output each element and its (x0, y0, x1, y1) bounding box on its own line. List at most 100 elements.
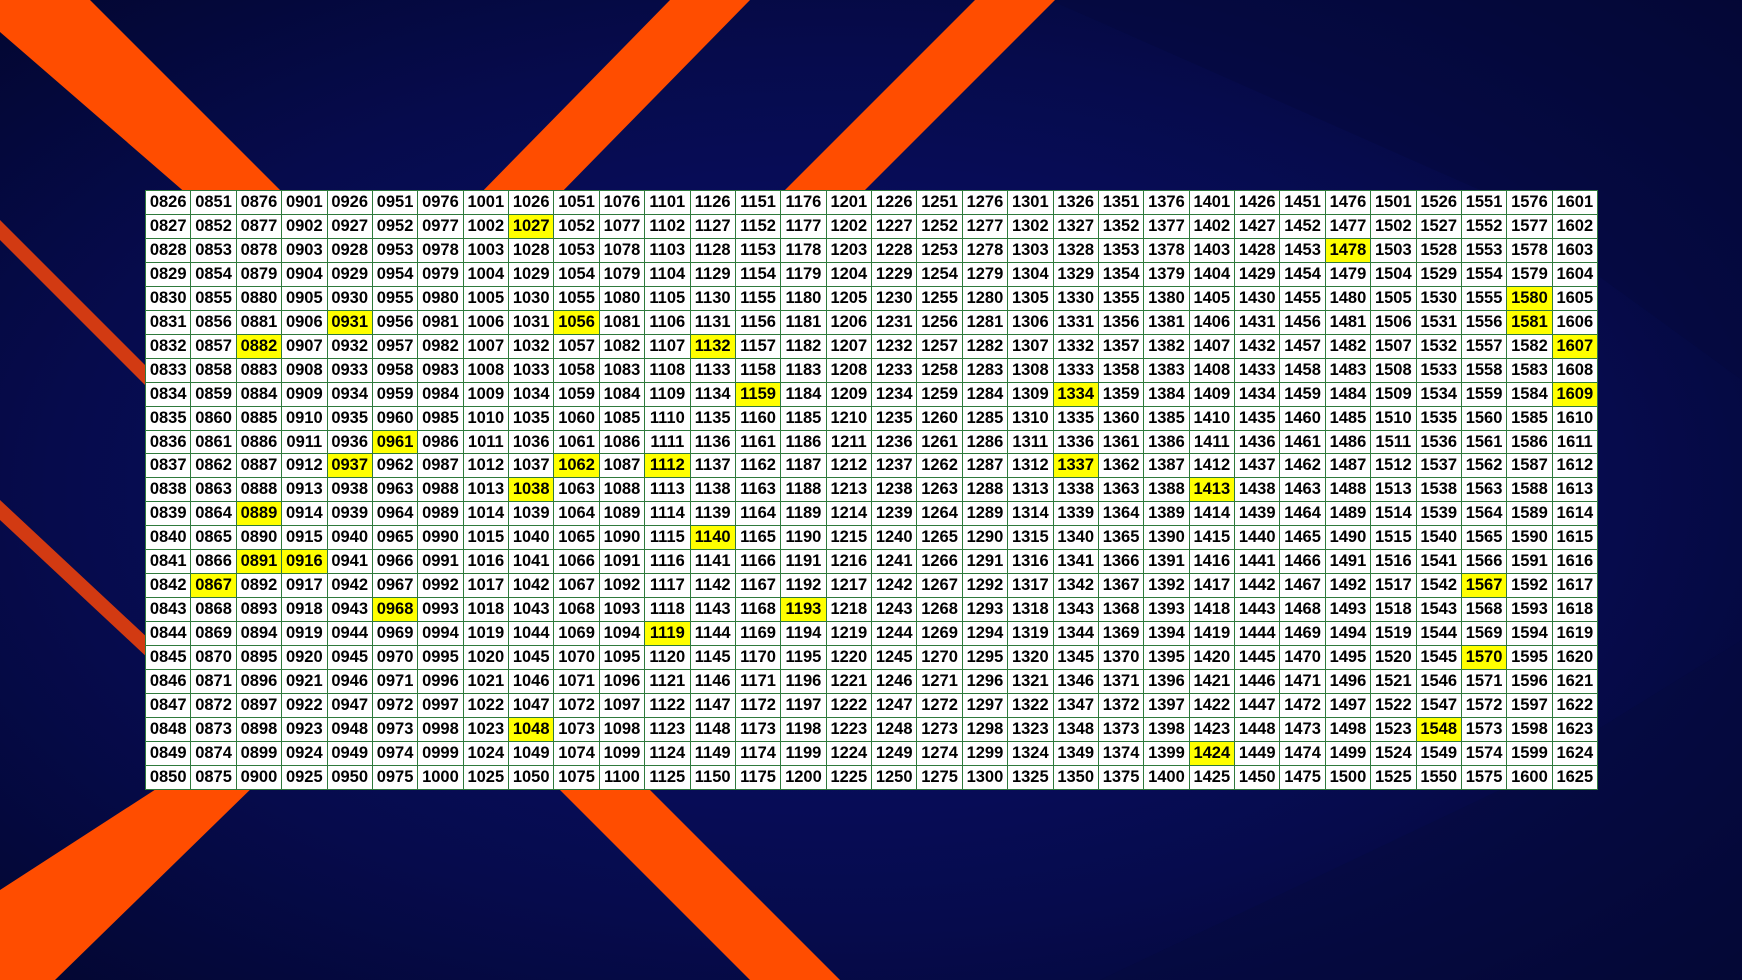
number-cell: 1184 (780, 381, 827, 407)
number-cell: 1047 (507, 693, 555, 718)
number-cell: 1207 (825, 333, 873, 359)
number-cell: 1282 (961, 333, 1009, 359)
number-cell: 1372 (1097, 693, 1145, 718)
number-cell: 1204 (825, 261, 873, 287)
number-cell: 1158 (734, 357, 782, 383)
number-cell: 1257 (916, 333, 963, 359)
number-cell: 1201 (825, 190, 873, 215)
number-cell: 1289 (961, 501, 1009, 527)
number-cell: 1041 (507, 549, 555, 575)
number-cell: 0945 (326, 645, 373, 671)
number-cell: 1285 (961, 405, 1009, 431)
number-cell: 1545 (1415, 645, 1462, 671)
number-cell: 0929 (326, 261, 373, 287)
number-cell: 0921 (281, 669, 328, 695)
number-cell: 1219 (825, 621, 873, 647)
number-cell: 1067 (553, 573, 600, 599)
number-cell: 1200 (780, 764, 827, 791)
number-cell: 1093 (598, 597, 646, 623)
number-cell: 1317 (1007, 573, 1054, 599)
number-cell: 1064 (553, 501, 600, 527)
number-cell: 1325 (1007, 764, 1054, 791)
number-cell: 1171 (734, 669, 782, 695)
number-cell: 1320 (1007, 645, 1054, 671)
number-cell: 1029 (507, 261, 555, 287)
number-cell: 1521 (1370, 669, 1417, 695)
number-cell: 0875 (190, 764, 237, 791)
number-cell: 0835 (144, 405, 192, 431)
number-cell: 1095 (598, 645, 646, 671)
number-cell: 1205 (825, 285, 873, 311)
number-cell: 1130 (689, 285, 736, 311)
highlighted-number-cell: 1048 (507, 716, 555, 742)
number-cell: 1163 (734, 477, 782, 503)
number-cell: 1319 (1007, 621, 1054, 647)
number-cell: 1236 (870, 429, 918, 455)
number-cell: 1014 (462, 501, 510, 527)
number-cell: 1144 (689, 621, 736, 647)
number-cell: 1002 (462, 213, 510, 239)
number-cell: 1499 (1324, 740, 1372, 766)
number-cell: 1368 (1097, 597, 1145, 623)
number-cell: 0962 (371, 453, 419, 479)
number-cell: 1232 (870, 333, 918, 359)
number-cell: 1313 (1007, 477, 1054, 503)
number-cell: 1001 (462, 190, 510, 215)
number-cell: 1610 (1551, 405, 1599, 431)
number-cell: 1274 (916, 740, 963, 766)
number-cell: 1149 (689, 740, 736, 766)
number-cell: 1355 (1097, 285, 1145, 311)
number-cell: 1167 (734, 573, 782, 599)
number-cell: 1542 (1415, 573, 1462, 599)
number-cell: 1506 (1370, 309, 1417, 335)
number-cell: 1490 (1324, 525, 1372, 551)
number-cell: 1523 (1370, 716, 1417, 742)
number-cell: 0827 (144, 213, 192, 239)
number-cell: 1503 (1370, 237, 1417, 263)
number-cell: 1080 (598, 285, 646, 311)
number-cell: 0879 (235, 261, 283, 287)
number-cell: 0980 (417, 285, 464, 311)
number-cell: 1091 (598, 549, 646, 575)
number-cell: 0855 (190, 285, 237, 311)
number-cell: 0965 (371, 525, 419, 551)
number-cell: 1188 (780, 477, 827, 503)
highlighted-number-cell: 0968 (371, 597, 419, 623)
number-cell: 0972 (371, 693, 419, 718)
number-cell: 1588 (1506, 477, 1553, 503)
highlighted-number-cell: 1062 (553, 453, 600, 479)
number-cell: 1513 (1370, 477, 1417, 503)
number-cell: 1540 (1415, 525, 1462, 551)
highlighted-number-cell: 1570 (1460, 645, 1508, 671)
number-cell: 1281 (961, 309, 1009, 335)
number-cell: 1083 (598, 357, 646, 383)
number-cell: 0851 (190, 190, 237, 215)
number-cell: 1560 (1460, 405, 1508, 431)
number-cell: 1059 (553, 381, 600, 407)
number-cell: 1347 (1052, 693, 1099, 718)
number-cell: 1565 (1460, 525, 1508, 551)
number-cell: 1453 (1279, 237, 1326, 263)
number-cell: 1310 (1007, 405, 1054, 431)
number-cell: 1241 (870, 549, 918, 575)
number-cell: 1535 (1415, 405, 1462, 431)
number-cell: 0904 (281, 261, 328, 287)
number-cell: 1617 (1551, 573, 1599, 599)
number-cell: 1525 (1370, 764, 1417, 791)
number-cell: 1342 (1052, 573, 1099, 599)
number-cell: 0977 (417, 213, 464, 239)
number-cell: 0943 (326, 597, 373, 623)
number-cell: 1422 (1188, 693, 1236, 718)
number-cell: 1312 (1007, 453, 1054, 479)
number-cell: 1254 (916, 261, 963, 287)
number-cell: 0969 (371, 621, 419, 647)
number-cell: 0925 (281, 764, 328, 791)
number-cell: 1516 (1370, 549, 1417, 575)
number-cell: 1252 (916, 213, 963, 239)
number-cell: 1484 (1324, 381, 1372, 407)
number-cell: 1415 (1188, 525, 1236, 551)
number-cell: 1443 (1233, 597, 1281, 623)
grid-row: 0839 0864 0889 0914 0939 0964 0989 1014 1039 1064… (144, 501, 1599, 527)
number-cell: 1115 (644, 525, 691, 551)
number-cell: 1160 (734, 405, 782, 431)
